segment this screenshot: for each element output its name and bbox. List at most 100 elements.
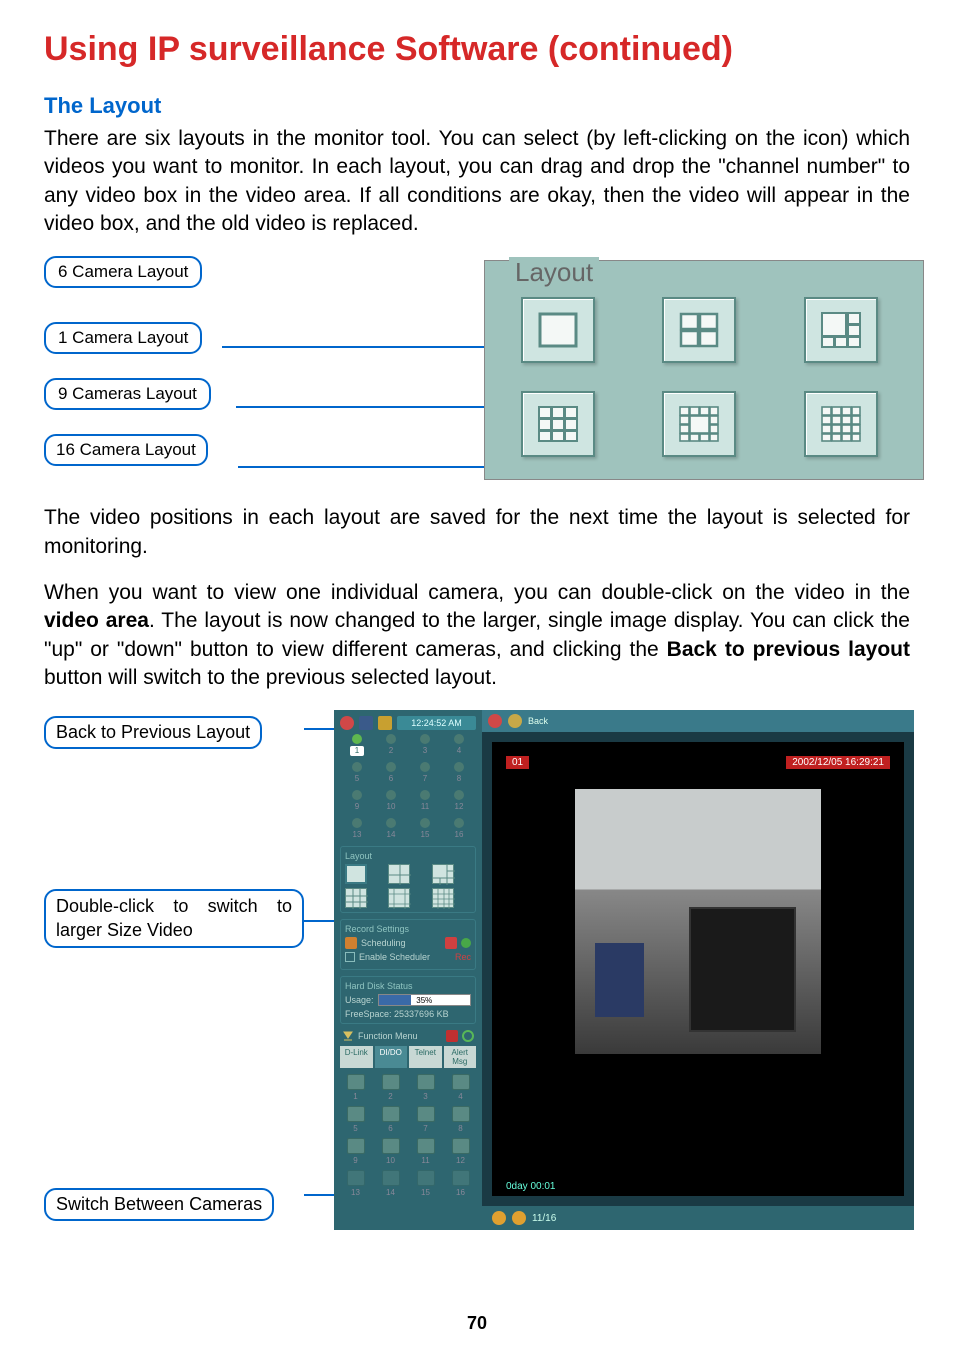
channel-dot[interactable] <box>352 790 362 800</box>
function-menu-icon[interactable] <box>342 1030 354 1042</box>
app-window: 12:24:52 AM 1 2 3 4 5 6 7 8 9 10 11 12 1… <box>334 710 914 1230</box>
para3-bold-2: Back to previous layout <box>667 638 910 661</box>
usage-bar: 35% <box>378 994 471 1006</box>
control-button[interactable] <box>417 1170 435 1186</box>
channel-dot[interactable] <box>386 734 396 744</box>
mini-layout-6-icon[interactable] <box>432 864 454 884</box>
control-buttons-grid: 1 2 3 4 5 6 7 8 9 10 11 12 13 14 15 16 <box>340 1074 476 1198</box>
channel-dot[interactable] <box>386 762 396 772</box>
enable-scheduler-label: Enable Scheduler <box>359 952 430 962</box>
layout-9-icon[interactable] <box>521 391 595 457</box>
label-6-camera-layout: 6 Camera Layout <box>44 256 202 288</box>
hard-disk-section: Hard Disk Status Usage: 35% FreeSpace: 2… <box>340 976 476 1024</box>
control-button[interactable] <box>452 1170 470 1186</box>
control-button[interactable] <box>417 1074 435 1090</box>
usage-label: Usage: <box>345 995 374 1005</box>
stop-icon[interactable] <box>445 937 457 949</box>
control-button[interactable] <box>452 1138 470 1154</box>
channel-dot[interactable] <box>420 762 430 772</box>
callout-back-to-previous: Back to Previous Layout <box>44 716 262 749</box>
control-button[interactable] <box>452 1074 470 1090</box>
function-menu-label: Function Menu <box>358 1031 418 1041</box>
mini-layout-13-icon[interactable] <box>388 888 410 908</box>
layout-16-icon[interactable] <box>804 391 878 457</box>
control-button[interactable] <box>452 1106 470 1122</box>
channel-dot[interactable] <box>352 734 362 744</box>
channel-dot[interactable] <box>454 734 464 744</box>
control-button[interactable] <box>382 1170 400 1186</box>
layout-1-icon[interactable] <box>521 297 595 363</box>
scheduling-label: Scheduling <box>361 938 406 948</box>
para3-bold-1: video area <box>44 609 149 632</box>
control-button[interactable] <box>382 1106 400 1122</box>
layout-13-icon[interactable] <box>662 391 736 457</box>
control-button[interactable] <box>417 1106 435 1122</box>
topbar-label: Back <box>528 716 548 726</box>
video-frame-image <box>575 789 821 1053</box>
channel-dot[interactable] <box>352 818 362 828</box>
channel-dot[interactable] <box>454 762 464 772</box>
camera-index-label: 11/16 <box>532 1213 556 1224</box>
control-button[interactable] <box>417 1138 435 1154</box>
channel-dot[interactable] <box>386 818 396 828</box>
mini-layout-1-icon[interactable] <box>345 864 367 884</box>
video-channel-label: 01 <box>506 756 529 769</box>
channel-dot[interactable] <box>454 818 464 828</box>
tab-dlink[interactable]: D-Link <box>340 1046 373 1068</box>
next-camera-button[interactable] <box>512 1211 526 1225</box>
channel-dot[interactable] <box>420 818 430 828</box>
video-footer-text: 0day 00:01 <box>506 1181 556 1192</box>
channel-dot[interactable] <box>420 734 430 744</box>
scheduling-icon[interactable] <box>345 937 357 949</box>
mini-layout-16-icon[interactable] <box>432 888 454 908</box>
sidebar-icon[interactable] <box>359 716 373 730</box>
back-to-previous-layout-button[interactable] <box>488 714 502 728</box>
record-settings-title: Record Settings <box>345 924 471 934</box>
paragraph-2: The video positions in each layout are s… <box>44 504 910 561</box>
tab-dido[interactable]: DI/DO <box>375 1046 408 1068</box>
topbar-button[interactable] <box>508 714 522 728</box>
layout-figure: 6 Camera Layout 1 Camera Layout 9 Camera… <box>44 256 910 496</box>
enable-scheduler-checkbox[interactable] <box>345 952 355 962</box>
tab-alert[interactable]: Alert Msg <box>444 1046 477 1068</box>
record-settings-section: Record Settings Scheduling Enable Schedu… <box>340 919 476 970</box>
section-subtitle: The Layout <box>44 93 910 119</box>
alert-icon[interactable] <box>378 716 392 730</box>
sidebar-tabs: D-Link DI/DO Telnet Alert Msg <box>340 1046 476 1068</box>
para3-text-c: button will switch to the previous selec… <box>44 666 497 689</box>
control-button[interactable] <box>347 1138 365 1154</box>
channel-dot[interactable] <box>386 790 396 800</box>
layout-panel: Layout <box>484 260 924 480</box>
para3-text-a: When you want to view one individual cam… <box>44 581 910 604</box>
layout-section: Layout <box>340 846 476 913</box>
control-button[interactable] <box>382 1138 400 1154</box>
mini-layout-9-icon[interactable] <box>345 888 367 908</box>
play-icon[interactable] <box>461 938 471 948</box>
page-number: 70 <box>0 1313 954 1334</box>
record-indicator-icon <box>340 716 354 730</box>
label-9-cameras-layout: 9 Cameras Layout <box>44 378 211 410</box>
prev-camera-button[interactable] <box>492 1211 506 1225</box>
channel-dot[interactable] <box>454 790 464 800</box>
freespace-label: FreeSpace: 25337696 KB <box>345 1009 471 1019</box>
usage-percent: 35% <box>379 995 470 1007</box>
channel-dot[interactable] <box>352 762 362 772</box>
control-button[interactable] <box>347 1170 365 1186</box>
layout-6-icon[interactable] <box>804 297 878 363</box>
clock-display: 12:24:52 AM <box>397 716 476 730</box>
control-button[interactable] <box>347 1106 365 1122</box>
layout-4-icon[interactable] <box>662 297 736 363</box>
layout-panel-title: Layout <box>509 257 599 288</box>
refresh-icon[interactable] <box>462 1030 474 1042</box>
label-16-camera-layout: 16 Camera Layout <box>44 434 208 466</box>
callout-switch-cameras: Switch Between Cameras <box>44 1188 274 1221</box>
control-button[interactable] <box>382 1074 400 1090</box>
channel-dot[interactable] <box>420 790 430 800</box>
snapshot-icon[interactable] <box>446 1030 458 1042</box>
app-sidebar: 12:24:52 AM 1 2 3 4 5 6 7 8 9 10 11 12 1… <box>334 710 482 1230</box>
paragraph-3: When you want to view one individual cam… <box>44 579 910 692</box>
video-area[interactable]: 01 2002/12/05 16:29:21 0day 00:01 <box>492 742 904 1196</box>
control-button[interactable] <box>347 1074 365 1090</box>
mini-layout-4-icon[interactable] <box>388 864 410 884</box>
tab-telnet[interactable]: Telnet <box>409 1046 442 1068</box>
